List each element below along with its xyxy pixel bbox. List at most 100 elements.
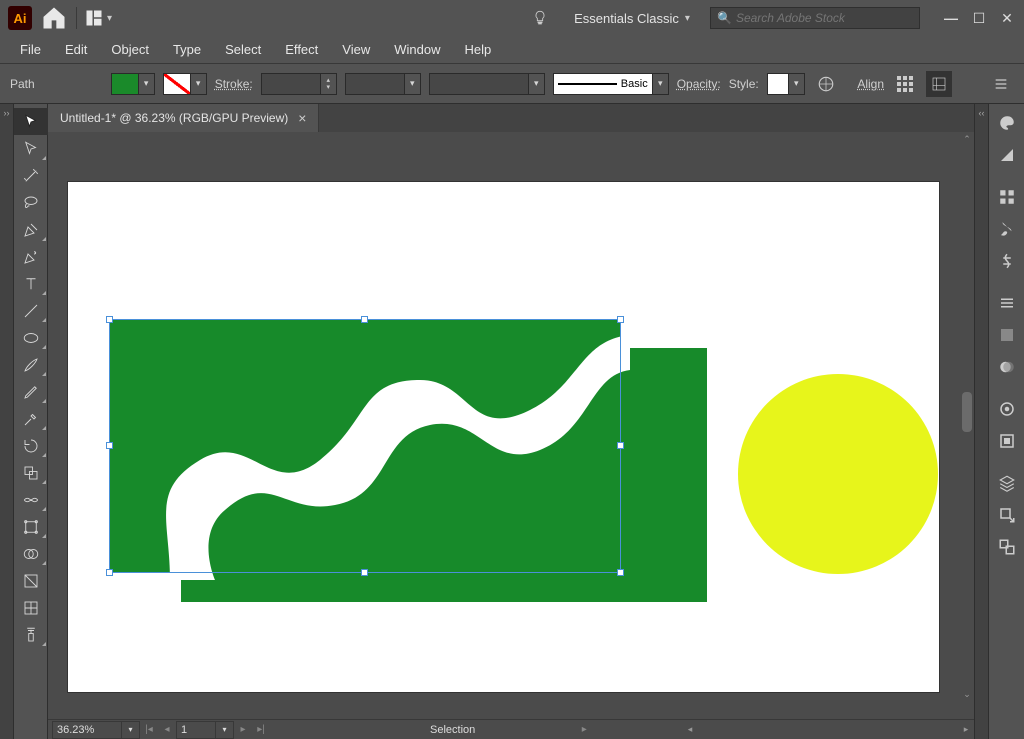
direct-selection-tool[interactable] — [14, 135, 48, 162]
stroke-weight-label: Stroke: — [215, 77, 253, 91]
graphic-styles-panel-button[interactable] — [989, 426, 1024, 456]
fill-color-dropdown[interactable]: ▾ — [139, 73, 155, 95]
menu-view[interactable]: View — [330, 38, 382, 61]
ellipse-tool[interactable] — [14, 324, 48, 351]
selection-tool[interactable] — [14, 108, 48, 135]
graphic-style-swatch[interactable] — [767, 73, 789, 95]
lasso-tool[interactable] — [14, 189, 48, 216]
search-icon: 🔍 — [717, 11, 732, 25]
stroke-profile-label: Basic — [621, 78, 648, 90]
maximize-icon: ☐ — [973, 10, 986, 27]
scroll-left-arrow[interactable]: ◂ — [682, 724, 698, 735]
vertical-scroll-thumb[interactable] — [962, 392, 972, 432]
opacity-label: Opacity: — [677, 77, 721, 91]
search-stock-input[interactable] — [736, 11, 913, 25]
scale-tool[interactable] — [14, 459, 48, 486]
symbol-sprayer-tool[interactable] — [14, 621, 48, 648]
brush-dropdown[interactable]: ▾ — [529, 73, 545, 95]
gradient-tool[interactable] — [14, 567, 48, 594]
status-menu-arrow[interactable]: ▸ — [575, 721, 593, 739]
scroll-down-arrow[interactable]: ⌄ — [960, 687, 974, 701]
stroke-weight-stepper[interactable]: ▴▾ — [321, 73, 337, 95]
menu-window[interactable]: Window — [382, 38, 452, 61]
color-panel-button[interactable] — [989, 108, 1024, 138]
free-transform-tool[interactable] — [14, 513, 48, 540]
rotate-tool[interactable] — [14, 432, 48, 459]
artboard[interactable] — [68, 182, 939, 692]
minimize-button[interactable]: — — [938, 5, 964, 31]
menu-object[interactable]: Object — [99, 38, 161, 61]
transparency-panel-button[interactable] — [989, 352, 1024, 382]
shape-rectangle-front[interactable] — [110, 320, 620, 572]
symbols-panel-button[interactable] — [989, 246, 1024, 276]
control-panel-menu[interactable] — [988, 71, 1014, 97]
magic-wand-tool[interactable] — [14, 162, 48, 189]
graphic-style-dropdown[interactable]: ▾ — [789, 73, 805, 95]
gradient-panel-button[interactable] — [989, 320, 1024, 350]
layers-panel-button[interactable] — [989, 468, 1024, 498]
artboards-panel-button[interactable] — [989, 532, 1024, 562]
shape-circle[interactable] — [738, 374, 938, 574]
variable-width-profile[interactable] — [345, 73, 405, 95]
eyedropper-tool[interactable] — [14, 405, 48, 432]
document-tab[interactable]: Untitled-1* @ 36.23% (RGB/GPU Preview) × — [48, 104, 319, 132]
stroke-profile-dropdown[interactable]: ▾ — [653, 73, 669, 95]
stroke-panel-button[interactable] — [989, 288, 1024, 318]
recolor-artwork-button[interactable] — [813, 71, 839, 97]
scroll-up-arrow[interactable]: ⌃ — [960, 132, 974, 146]
brushes-panel-button[interactable] — [989, 214, 1024, 244]
pencil-tool[interactable] — [14, 378, 48, 405]
paintbrush-tool[interactable] — [14, 351, 48, 378]
menu-edit[interactable]: Edit — [53, 38, 99, 61]
appearance-panel-button[interactable] — [989, 394, 1024, 424]
menu-effect[interactable]: Effect — [273, 38, 330, 61]
menu-type[interactable]: Type — [161, 38, 213, 61]
menu-select[interactable]: Select — [213, 38, 273, 61]
menu-help[interactable]: Help — [452, 38, 503, 61]
vertical-scrollbar[interactable]: ⌃ ⌄ — [960, 132, 974, 701]
stroke-profile[interactable]: Basic — [553, 73, 653, 95]
minimize-icon: — — [944, 10, 958, 26]
curvature-tool[interactable] — [14, 243, 48, 270]
close-button[interactable]: ✕ — [994, 5, 1020, 31]
arrange-documents-button[interactable]: ▾ — [85, 9, 112, 27]
next-artboard-button[interactable]: ▸ — [234, 721, 252, 739]
maximize-button[interactable]: ☐ — [966, 5, 992, 31]
line-tool[interactable] — [14, 297, 48, 324]
mesh-tool[interactable] — [14, 594, 48, 621]
left-panel-collapse[interactable]: ›› — [0, 104, 14, 739]
first-artboard-button[interactable]: |◂ — [140, 721, 158, 739]
shape-builder-tool[interactable] — [14, 540, 48, 567]
align-panel-button[interactable] — [892, 71, 918, 97]
prev-artboard-button[interactable]: ◂ — [158, 721, 176, 739]
workspace-switcher[interactable]: Essentials Classic ▾ — [562, 6, 702, 30]
stroke-color-swatch[interactable] — [163, 73, 191, 95]
close-tab-button[interactable]: × — [298, 110, 306, 126]
artboard-number-field[interactable]: 1 — [176, 721, 216, 739]
discover-button[interactable] — [526, 4, 554, 32]
pen-tool[interactable] — [14, 216, 48, 243]
swatches-panel-button[interactable] — [989, 182, 1024, 212]
canvas-viewport[interactable]: ⌃ ⌄ — [48, 132, 974, 719]
isolate-icon — [931, 76, 947, 92]
home-button[interactable] — [40, 4, 68, 32]
stroke-color-dropdown[interactable]: ▾ — [191, 73, 207, 95]
right-panel-collapse[interactable]: ‹‹ — [974, 104, 988, 739]
variable-width-dropdown[interactable]: ▾ — [405, 73, 421, 95]
zoom-dropdown[interactable]: ▾ — [122, 721, 140, 739]
asset-export-panel-button[interactable] — [989, 500, 1024, 530]
brush-definition[interactable] — [429, 73, 529, 95]
type-tool[interactable] — [14, 270, 48, 297]
zoom-level-field[interactable]: 36.23% — [52, 721, 122, 739]
artboard-dropdown[interactable]: ▾ — [216, 721, 234, 739]
scroll-right-arrow[interactable]: ▸ — [958, 724, 974, 735]
fill-color-swatch[interactable] — [111, 73, 139, 95]
stroke-weight-input[interactable] — [261, 73, 321, 95]
menu-file[interactable]: File — [8, 38, 53, 61]
width-tool[interactable] — [14, 486, 48, 513]
isolate-button[interactable] — [926, 71, 952, 97]
color-guide-panel-button[interactable] — [989, 140, 1024, 170]
symbols-icon — [998, 252, 1016, 270]
last-artboard-button[interactable]: ▸| — [252, 721, 270, 739]
search-stock-field[interactable]: 🔍 — [710, 7, 920, 29]
